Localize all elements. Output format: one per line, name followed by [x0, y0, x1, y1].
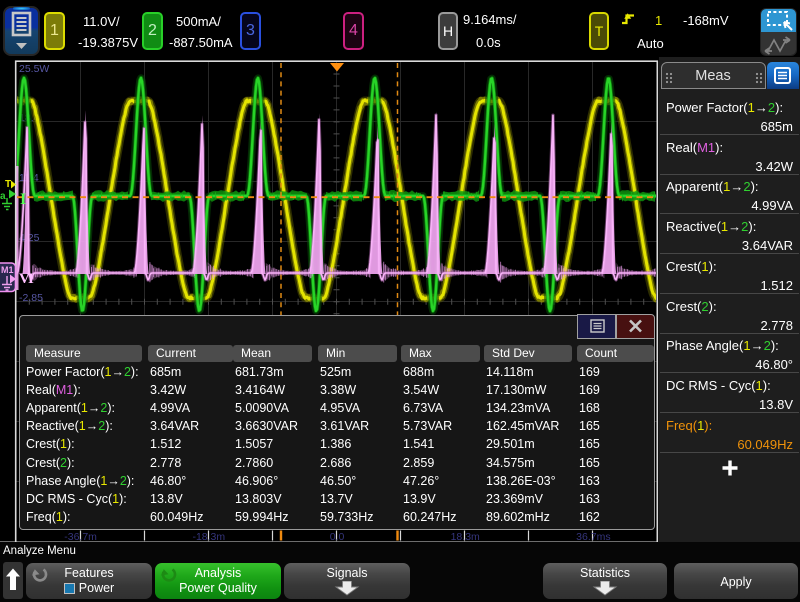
svg-text:a: a — [0, 191, 6, 202]
svg-text:I: I — [20, 191, 26, 208]
svg-text:M1: M1 — [1, 265, 14, 275]
svg-text:T: T — [5, 179, 11, 190]
svg-text:-2.85: -2.85 — [19, 292, 43, 304]
svg-text:25.5W: 25.5W — [19, 63, 49, 75]
svg-text:I: I — [28, 271, 34, 287]
